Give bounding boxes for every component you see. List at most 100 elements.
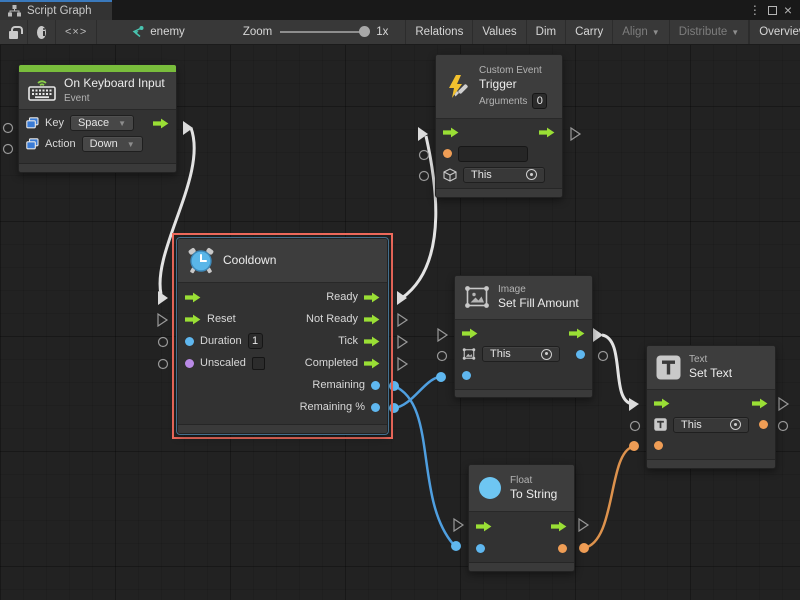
string-result-port[interactable]: [558, 544, 567, 553]
flow-arrow-out[interactable]: [364, 358, 380, 369]
maximize-icon[interactable]: [768, 6, 777, 15]
node-float-to-string[interactable]: Float To String: [468, 464, 575, 572]
float-port[interactable]: [185, 337, 194, 346]
chevron-down-icon: ▼: [652, 28, 660, 37]
gameobject-cube-icon: [443, 168, 457, 182]
inspect-button[interactable]: [28, 20, 56, 44]
node-image-set-fill-amount[interactable]: Image Set Fill Amount This: [454, 275, 593, 398]
node-footer: [436, 188, 562, 197]
image-small-icon: [462, 348, 476, 360]
align-button[interactable]: Align ▼: [613, 20, 670, 44]
node-kind: Float: [510, 474, 557, 487]
graph-breadcrumb[interactable]: enemy: [121, 20, 194, 44]
values-label: Values: [482, 26, 516, 38]
float-port[interactable]: [371, 381, 380, 390]
node-on-keyboard-input[interactable]: On Keyboard Input Event Key Space▼: [18, 64, 177, 173]
zoom-slider[interactable]: [280, 31, 368, 33]
graph-tab-icon: [8, 5, 21, 17]
node-text-set-text[interactable]: Text Set Text This: [646, 345, 776, 469]
target-dropdown[interactable]: This: [463, 167, 545, 183]
graph-icon: [130, 26, 144, 39]
tab-bar: Script Graph ⋮ ×: [0, 0, 800, 20]
close-icon[interactable]: ×: [784, 3, 792, 17]
node-title: Trigger: [479, 77, 547, 93]
fill-amount-port[interactable]: [462, 371, 471, 380]
image-result-port[interactable]: [576, 350, 585, 359]
zoom-value: 1x: [376, 26, 388, 38]
node-title: Set Fill Amount: [498, 296, 579, 312]
flow-arrow-out[interactable]: [551, 521, 567, 532]
script-graph-window: Script Graph ⋮ × <×> enemy Zoom 1x Relat…: [0, 0, 800, 600]
key-dropdown[interactable]: Space ▼: [70, 115, 134, 131]
tick-label: Tick: [338, 335, 358, 347]
distribute-label: Distribute: [679, 26, 728, 38]
duration-value-box[interactable]: 1: [248, 333, 263, 349]
string-port[interactable]: [443, 149, 452, 158]
flow-arrow-in[interactable]: [476, 521, 492, 532]
action-type-icon: [26, 138, 39, 150]
chevron-down-icon: ▼: [118, 119, 126, 128]
unscaled-checkbox[interactable]: [252, 357, 265, 370]
code-icon: <×>: [65, 26, 87, 38]
flow-arrow-out[interactable]: [539, 127, 555, 138]
flow-arrow-out[interactable]: [364, 336, 380, 347]
node-trigger-custom-event[interactable]: Custom Event Trigger Arguments 0: [435, 54, 563, 198]
flow-arrow-in[interactable]: [462, 328, 478, 339]
tab-script-graph[interactable]: Script Graph: [0, 0, 112, 20]
node-kind: Image: [498, 283, 579, 296]
target-picker-icon[interactable]: [526, 169, 537, 180]
distribute-button[interactable]: Distribute▼: [670, 20, 750, 44]
target-dropdown[interactable]: This: [482, 346, 560, 362]
overview-button[interactable]: Overview: [749, 20, 800, 44]
key-type-icon: [26, 117, 39, 129]
image-icon: [464, 285, 490, 309]
arguments-value-box[interactable]: 0: [532, 93, 547, 109]
float-icon: [478, 476, 502, 500]
flow-arrow-in[interactable]: [185, 314, 201, 325]
text-small-icon: [654, 418, 667, 431]
action-label: Action: [45, 138, 76, 150]
event-green-bar: [19, 65, 176, 72]
relations-button[interactable]: Relations: [405, 20, 473, 44]
target-picker-icon[interactable]: [541, 349, 552, 360]
zoom-slider-handle[interactable]: [359, 26, 370, 37]
custom-event-icon: [445, 74, 471, 100]
event-name-field[interactable]: [458, 146, 528, 162]
flow-arrow-out[interactable]: [752, 398, 768, 409]
flow-arrow-out[interactable]: [364, 292, 380, 303]
flow-arrow-out[interactable]: [153, 118, 169, 129]
cooldown-selection-highlight: Cooldown Ready Reset Not Ready: [172, 233, 393, 439]
bool-port[interactable]: [185, 359, 194, 368]
tab-title: Script Graph: [27, 5, 92, 17]
carry-button[interactable]: Carry: [566, 20, 613, 44]
relations-label: Relations: [415, 26, 463, 38]
dim-button[interactable]: Dim: [527, 20, 566, 44]
float-port[interactable]: [371, 403, 380, 412]
flow-arrow-out[interactable]: [569, 328, 585, 339]
target-dropdown[interactable]: This: [673, 417, 749, 433]
text-result-port[interactable]: [759, 420, 768, 429]
node-cooldown[interactable]: Cooldown Ready Reset Not Ready: [177, 238, 388, 434]
remaining-pct-label: Remaining %: [300, 401, 365, 413]
remaining-label: Remaining: [312, 379, 365, 391]
align-label: Align: [622, 26, 648, 38]
flow-arrow-in[interactable]: [185, 292, 201, 303]
values-button[interactable]: Values: [473, 20, 526, 44]
float-value-port[interactable]: [476, 544, 485, 553]
flow-arrow-in[interactable]: [443, 127, 459, 138]
text-value-port[interactable]: [654, 441, 663, 450]
key-value: Space: [78, 117, 109, 129]
notready-label: Not Ready: [306, 313, 358, 325]
flow-arrow-out[interactable]: [364, 314, 380, 325]
node-title: Set Text: [689, 366, 732, 382]
menu-icon[interactable]: ⋮: [749, 4, 761, 16]
action-dropdown[interactable]: Down▼: [82, 136, 143, 152]
flow-arrow-in[interactable]: [654, 398, 670, 409]
lock-button[interactable]: [0, 20, 28, 44]
arguments-label: Arguments: [479, 95, 527, 108]
zoom-label: Zoom: [243, 26, 272, 38]
ready-label: Ready: [326, 291, 358, 303]
target-picker-icon[interactable]: [730, 419, 741, 430]
keyboard-icon: [28, 79, 56, 101]
code-view-button[interactable]: <×>: [56, 20, 97, 44]
